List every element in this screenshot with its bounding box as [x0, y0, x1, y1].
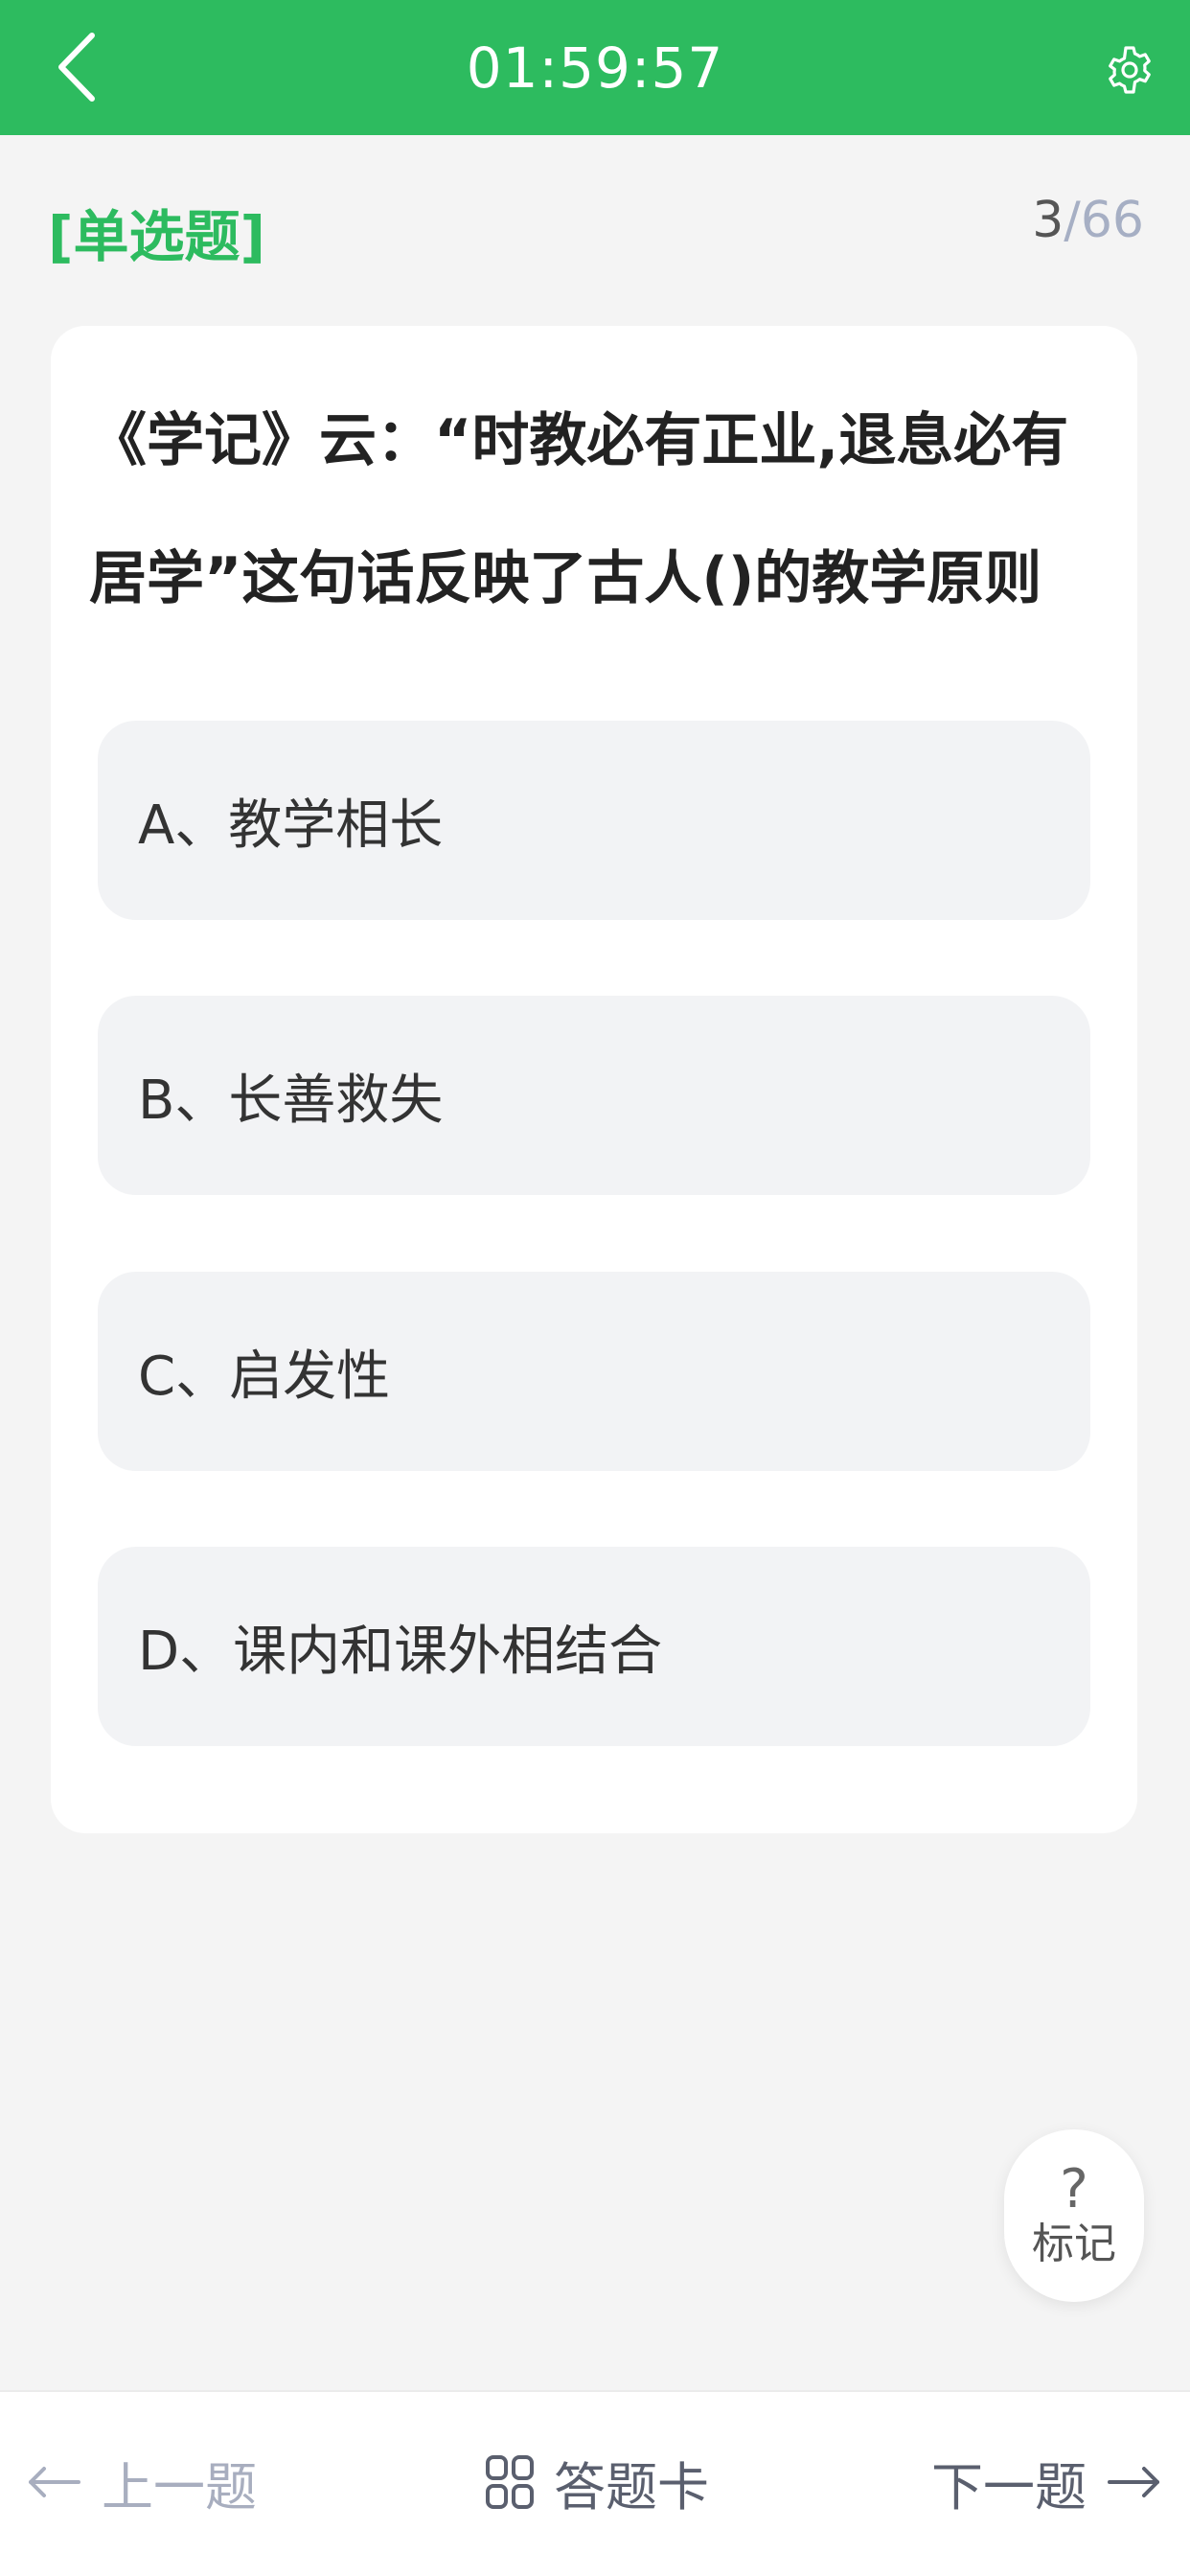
next-question-button[interactable]: 下一题: [931, 2444, 1161, 2520]
mark-question-button[interactable]: ? 标记: [1004, 2129, 1144, 2302]
previous-question-button[interactable]: 上一题: [27, 2444, 257, 2520]
option-d[interactable]: D、课内和课外相结合: [98, 1547, 1090, 1746]
progress-separator: /: [1064, 192, 1081, 249]
answer-card-label: 答题卡: [554, 2456, 709, 2518]
option-label: A、教学相长: [138, 794, 444, 857]
grid-icon: [486, 2455, 534, 2509]
option-label: C、启发性: [138, 1345, 391, 1408]
exam-timer: 01:59:57: [466, 34, 724, 101]
option-c[interactable]: C、启发性: [98, 1272, 1090, 1471]
previous-question-label: 上一题: [102, 2456, 257, 2518]
mark-label: 标记: [1032, 2220, 1116, 2268]
bottom-navigation-bar: 上一题 答题卡 下一题: [0, 2390, 1190, 2576]
arrow-left-icon: [29, 2467, 80, 2497]
option-label: B、长善救失: [138, 1069, 444, 1132]
progress-total: 66: [1080, 192, 1144, 249]
question-mark-icon: ?: [1060, 2158, 1088, 2220]
question-text: 《学记》云：“时教必有正业,退息必有居学”这句话反映了古人()的教学原则: [89, 407, 1069, 612]
gear-icon: [1109, 46, 1151, 94]
option-b[interactable]: B、长善救失: [98, 996, 1090, 1195]
arrow-right-icon: [1108, 2467, 1159, 2497]
next-question-label: 下一题: [931, 2456, 1087, 2518]
answer-card-button[interactable]: 答题卡: [485, 2444, 709, 2520]
option-a[interactable]: A、教学相长: [98, 721, 1090, 920]
question-type-label: [单选题]: [48, 204, 266, 269]
question-card: 《学记》云：“时教必有正业,退息必有居学”这句话反映了古人()的教学原则 A、教…: [51, 326, 1137, 1833]
top-bar: 01:59:57: [0, 0, 1190, 135]
settings-button[interactable]: [1096, 36, 1163, 104]
option-label: D、课内和课外相结合: [138, 1620, 663, 1683]
progress-current: 3: [1032, 192, 1064, 249]
question-progress: 3/66: [1032, 192, 1144, 249]
